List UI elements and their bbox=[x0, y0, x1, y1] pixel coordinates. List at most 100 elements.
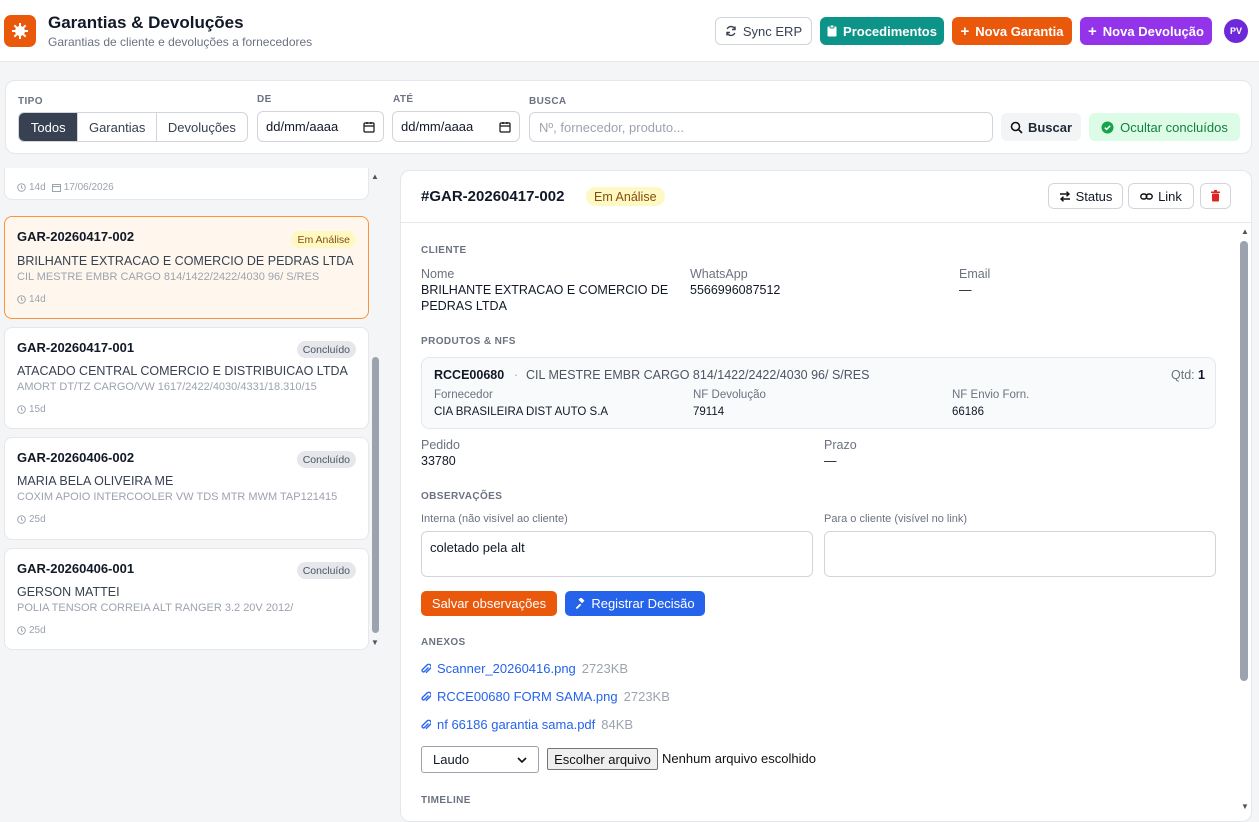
procedimentos-label: Procedimentos bbox=[843, 23, 937, 39]
detail-id: #GAR-20260417-002 bbox=[421, 188, 565, 205]
attachment-item: Scanner_20260416.png 2723KB bbox=[421, 661, 628, 676]
ocultar-concluidos-toggle[interactable]: Ocultar concluídos bbox=[1089, 113, 1240, 141]
nova-garantia-button[interactable]: + Nova Garantia bbox=[952, 17, 1072, 45]
list-item[interactable]: GAR-20260406-002 Concluído MARIA BELA OL… bbox=[4, 437, 369, 540]
calendar-icon bbox=[51, 184, 61, 192]
list-item-days: 25d bbox=[29, 625, 46, 636]
clock-icon bbox=[17, 515, 26, 524]
list-item[interactable]: 14d 17/06/2026 bbox=[4, 168, 369, 200]
avatar[interactable]: PV bbox=[1224, 19, 1248, 43]
product-separator: · bbox=[514, 368, 519, 382]
list-item-name: ATACADO CENTRAL COMERCIO E DISTRIBUICAO … bbox=[17, 364, 348, 378]
de-label: DE bbox=[257, 94, 272, 105]
salvar-observacoes-button[interactable]: Salvar observações bbox=[421, 591, 557, 616]
qtd-label: Qtd: bbox=[1171, 368, 1195, 382]
obs-interna-textarea[interactable]: coletado pela alt bbox=[421, 531, 813, 577]
observacoes-section-title: OBSERVAÇÕES bbox=[421, 491, 503, 502]
status-button-label: Status bbox=[1075, 188, 1113, 204]
list-item-id: GAR-20260406-002 bbox=[17, 450, 135, 465]
anexo-type-select[interactable]: Laudo bbox=[421, 746, 539, 773]
produtos-section-title: PRODUTOS & NFS bbox=[421, 336, 516, 347]
list-scrollbar[interactable]: ▲ ▼ bbox=[369, 168, 383, 650]
tipo-todos-tab[interactable]: Todos bbox=[19, 113, 79, 141]
choose-file-button[interactable]: Escolher arquivo bbox=[547, 748, 658, 770]
nova-devolucao-label: Nova Devolução bbox=[1102, 23, 1204, 39]
scroll-up-icon[interactable]: ▲ bbox=[371, 172, 379, 181]
pedido-value: 33780 bbox=[421, 454, 456, 468]
attachment-link[interactable]: RCCE00680 FORM SAMA.png bbox=[437, 689, 618, 704]
scroll-up-icon[interactable]: ▲ bbox=[1241, 227, 1249, 236]
de-date-input[interactable]: dd/mm/aaaa bbox=[257, 111, 384, 142]
list-item-meta: 25d bbox=[17, 625, 46, 636]
tipo-segmented-control: Todos Garantias Devoluções bbox=[18, 112, 248, 142]
list-item-date: 17/06/2026 bbox=[63, 182, 114, 193]
clock-icon bbox=[17, 183, 26, 192]
list-item-meta: 25d bbox=[17, 514, 46, 525]
list-item-product: AMORT DT/TZ CARGO/VW 1617/2422/4030/4331… bbox=[17, 381, 317, 393]
attachment-item: nf 66186 garantia sama.pdf 84KB bbox=[421, 717, 633, 732]
list-item[interactable]: GAR-20260406-001 Concluído GERSON MATTEI… bbox=[4, 548, 369, 650]
plus-icon: + bbox=[960, 22, 970, 40]
attachment-link[interactable]: Scanner_20260416.png bbox=[437, 661, 576, 676]
status-button[interactable]: Status bbox=[1048, 183, 1123, 209]
detail-scrollbar[interactable]: ▲ ▼ bbox=[1238, 225, 1251, 821]
check-circle-icon bbox=[1101, 121, 1114, 133]
list-item-id: GAR-20260417-001 bbox=[17, 340, 135, 355]
detail-scrollbar-thumb[interactable] bbox=[1240, 241, 1248, 681]
buscar-button[interactable]: Buscar bbox=[1001, 113, 1081, 141]
nome-label: Nome bbox=[421, 267, 455, 281]
obs-interna-label: Interna (não visível ao cliente) bbox=[421, 513, 568, 525]
tipo-devolucoes-tab[interactable]: Devoluções bbox=[157, 113, 247, 141]
tipo-garantias-tab[interactable]: Garantias bbox=[78, 113, 157, 141]
chevron-down-icon bbox=[517, 756, 527, 763]
attachment-size: 84KB bbox=[601, 717, 634, 732]
status-badge: Concluído bbox=[296, 451, 356, 468]
obs-cliente-textarea[interactable] bbox=[824, 531, 1216, 577]
attachment-link[interactable]: nf 66186 garantia sama.pdf bbox=[437, 717, 595, 732]
de-date-value: dd/mm/aaaa bbox=[266, 119, 339, 134]
list-item-name: MARIA BELA OLIVEIRA ME bbox=[17, 474, 174, 488]
paperclip-icon bbox=[421, 663, 431, 673]
search-input[interactable] bbox=[529, 112, 993, 142]
ate-date-input[interactable]: dd/mm/aaaa bbox=[392, 111, 520, 142]
paperclip-icon bbox=[421, 719, 431, 729]
clock-icon bbox=[17, 295, 26, 304]
ate-date-value: dd/mm/aaaa bbox=[401, 119, 474, 134]
registrar-decisao-button[interactable]: Registrar Decisão bbox=[565, 591, 705, 616]
list-item[interactable]: GAR-20260417-001 Concluído ATACADO CENTR… bbox=[4, 327, 369, 429]
buscar-label: Buscar bbox=[1027, 119, 1073, 135]
delete-button[interactable] bbox=[1200, 183, 1231, 209]
sync-erp-button[interactable]: Sync ERP bbox=[715, 17, 812, 45]
nova-garantia-label: Nova Garantia bbox=[975, 23, 1064, 39]
list-item-days: 14d bbox=[29, 294, 46, 305]
fornecedor-value: CIA BRASILEIRA DIST AUTO S.A bbox=[434, 406, 609, 418]
timeline-section-title: TIMELINE bbox=[421, 795, 471, 806]
scroll-down-icon[interactable]: ▼ bbox=[371, 638, 379, 647]
status-badge: Concluído bbox=[296, 341, 356, 358]
nf-devolucao-label: NF Devolução bbox=[693, 389, 766, 401]
link-button[interactable]: Link bbox=[1128, 183, 1194, 209]
email-value: — bbox=[959, 283, 972, 297]
list-item-id: GAR-20260417-002 bbox=[17, 229, 135, 244]
link-button-label: Link bbox=[1158, 188, 1182, 204]
list-item-product: POLIA TENSOR CORREIA ALT RANGER 3.2 20V … bbox=[17, 602, 294, 614]
scroll-down-icon[interactable]: ▼ bbox=[1241, 802, 1249, 811]
page-subtitle: Garantias de cliente e devoluções a forn… bbox=[48, 35, 313, 49]
app-header: Garantias & Devoluções Garantias de clie… bbox=[0, 0, 1259, 62]
plus-icon: + bbox=[1088, 22, 1097, 40]
attachment-item: RCCE00680 FORM SAMA.png 2723KB bbox=[421, 689, 670, 704]
salvar-observacoes-label: Salvar observações bbox=[431, 596, 547, 611]
nova-devolucao-button[interactable]: + Nova Devolução bbox=[1080, 17, 1212, 45]
status-badge: Concluído bbox=[296, 562, 356, 579]
registrar-decisao-label: Registrar Decisão bbox=[591, 596, 695, 611]
procedimentos-button[interactable]: Procedimentos bbox=[820, 17, 944, 45]
clock-icon bbox=[17, 405, 26, 414]
pedido-label: Pedido bbox=[421, 438, 460, 452]
paperclip-icon bbox=[421, 691, 431, 701]
list-item[interactable]: GAR-20260417-002 Em Análise BRILHANTE EX… bbox=[4, 216, 369, 319]
list-item-meta: 14d bbox=[17, 294, 46, 305]
trash-icon bbox=[1211, 190, 1220, 202]
list-item-meta: 14d 17/06/2026 bbox=[17, 182, 114, 193]
obs-cliente-label: Para o cliente (visível no link) bbox=[824, 513, 968, 525]
list-scrollbar-thumb[interactable] bbox=[372, 357, 379, 633]
